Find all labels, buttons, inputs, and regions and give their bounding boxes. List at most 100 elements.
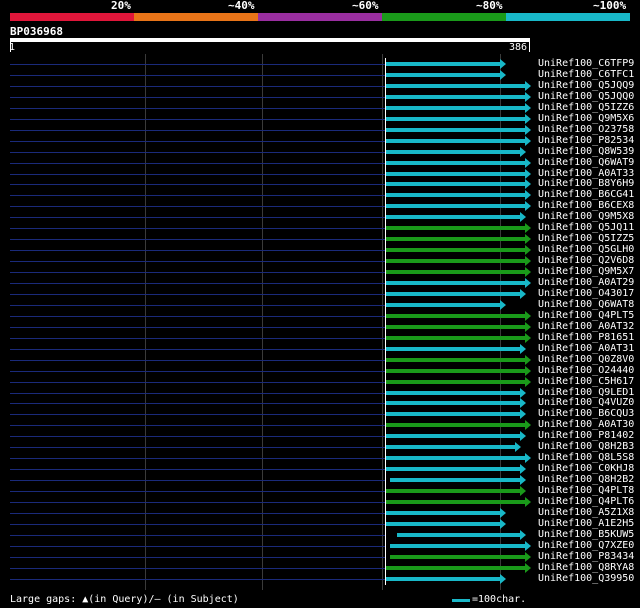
hit-alignment-bar[interactable] <box>386 117 525 121</box>
hit-label[interactable]: UniRef100_Q0Z8V0 <box>538 354 634 365</box>
hit-row[interactable]: UniRef100_Q39950 <box>0 573 640 585</box>
hit-unaligned-track <box>10 568 386 569</box>
hit-alignment-bar[interactable] <box>390 555 525 559</box>
hit-alignment-bar[interactable] <box>390 544 525 548</box>
hit-alignment-bar[interactable] <box>386 161 525 165</box>
hit-label[interactable]: UniRef100_C6TFP9 <box>538 58 634 69</box>
hit-label[interactable]: UniRef100_B6CG41 <box>538 189 634 200</box>
hit-alignment-bar[interactable] <box>386 215 520 219</box>
hit-alignment-bar[interactable] <box>386 358 525 362</box>
hit-alignment-bar[interactable] <box>386 522 500 526</box>
hit-label[interactable]: UniRef100_Q39950 <box>538 573 634 584</box>
hit-label[interactable]: UniRef100_A0AT29 <box>538 277 634 288</box>
hit-label[interactable]: UniRef100_Q7XZE0 <box>538 540 634 551</box>
hit-alignment-bar[interactable] <box>386 401 520 405</box>
hit-label[interactable]: UniRef100_Q8H2B2 <box>538 474 634 485</box>
hit-label[interactable]: UniRef100_Q4PLT5 <box>538 310 634 321</box>
hit-alignment-bar[interactable] <box>390 478 520 482</box>
hit-alignment-bar[interactable] <box>386 204 525 208</box>
hit-unaligned-track <box>10 491 386 492</box>
hit-label[interactable]: UniRef100_A0AT30 <box>538 419 634 430</box>
hit-alignment-bar[interactable] <box>386 336 525 340</box>
hit-label[interactable]: UniRef100_O23758 <box>538 124 634 135</box>
hit-alignment-bar[interactable] <box>386 259 525 263</box>
hit-label[interactable]: UniRef100_O24440 <box>538 365 634 376</box>
hit-label[interactable]: UniRef100_P83434 <box>538 551 634 562</box>
hit-alignment-bar[interactable] <box>386 237 525 241</box>
hit-label[interactable]: UniRef100_Q9M5X7 <box>538 266 634 277</box>
hit-label[interactable]: UniRef100_C6TFC1 <box>538 69 634 80</box>
hit-label[interactable]: UniRef100_Q4PLT8 <box>538 485 634 496</box>
hit-label[interactable]: UniRef100_P81651 <box>538 332 634 343</box>
hit-label[interactable]: UniRef100_Q8L5S8 <box>538 452 634 463</box>
hit-label[interactable]: UniRef100_A1E2H5 <box>538 518 634 529</box>
hit-label[interactable]: UniRef100_P82534 <box>538 135 634 146</box>
hit-alignment-bar[interactable] <box>386 369 525 373</box>
hit-label[interactable]: UniRef100_A5Z1X8 <box>538 507 634 518</box>
hit-alignment-bar[interactable] <box>386 292 520 296</box>
hit-label[interactable]: UniRef100_Q5JQ11 <box>538 222 634 233</box>
hit-alignment-bar[interactable] <box>386 577 500 581</box>
hit-alignment-bar[interactable] <box>386 248 525 252</box>
hit-alignment-bar[interactable] <box>386 303 500 307</box>
hit-alignment-bar[interactable] <box>386 150 520 154</box>
hit-alignment-bar[interactable] <box>386 182 525 186</box>
hit-alignment-bar[interactable] <box>386 489 520 493</box>
hit-alignment-bar[interactable] <box>386 84 525 88</box>
hit-label[interactable]: UniRef100_C5H617 <box>538 376 634 387</box>
hit-alignment-bar[interactable] <box>386 128 525 132</box>
hit-alignment-bar[interactable] <box>386 270 525 274</box>
hit-arrow-head <box>500 59 506 69</box>
hit-label[interactable]: UniRef100_Q6WAT9 <box>538 157 634 168</box>
hit-label[interactable]: UniRef100_A0AT31 <box>538 343 634 354</box>
hit-label[interactable]: UniRef100_Q5GLH0 <box>538 244 634 255</box>
hit-label[interactable]: UniRef100_Q9M5X8 <box>538 211 634 222</box>
hit-alignment-bar[interactable] <box>397 533 520 537</box>
hit-alignment-bar[interactable] <box>386 106 525 110</box>
hit-alignment-bar[interactable] <box>386 511 500 515</box>
hit-alignment-bar[interactable] <box>386 95 525 99</box>
hit-alignment-bar[interactable] <box>386 314 525 318</box>
hit-arrow-head <box>515 442 521 452</box>
hit-label[interactable]: UniRef100_B5KUW5 <box>538 529 634 540</box>
hit-alignment-bar[interactable] <box>386 467 520 471</box>
hit-alignment-bar[interactable] <box>386 456 525 460</box>
hit-alignment-bar[interactable] <box>386 139 525 143</box>
hit-alignment-bar[interactable] <box>386 347 520 351</box>
hit-label[interactable]: UniRef100_Q5JQQ9 <box>538 80 634 91</box>
hit-label[interactable]: UniRef100_Q8RYA8 <box>538 562 634 573</box>
hit-alignment-bar[interactable] <box>386 391 520 395</box>
hit-label[interactable]: UniRef100_B6CEX8 <box>538 200 634 211</box>
hit-alignment-bar[interactable] <box>386 500 525 504</box>
hit-label[interactable]: UniRef100_Q4PLT6 <box>538 496 634 507</box>
hit-alignment-bar[interactable] <box>386 445 515 449</box>
hit-label[interactable]: UniRef100_O43017 <box>538 288 634 299</box>
hit-alignment-bar[interactable] <box>386 73 500 77</box>
hit-alignment-bar[interactable] <box>386 434 520 438</box>
hit-label[interactable]: UniRef100_B6CQU3 <box>538 408 634 419</box>
hit-label[interactable]: UniRef100_Q8H2B3 <box>538 441 634 452</box>
hit-alignment-bar[interactable] <box>386 193 525 197</box>
hit-label[interactable]: UniRef100_Q9M5X6 <box>538 113 634 124</box>
hit-arrow-head <box>520 409 526 419</box>
hit-label[interactable]: UniRef100_B8Y6H9 <box>538 178 634 189</box>
hit-alignment-bar[interactable] <box>386 226 525 230</box>
hit-alignment-bar[interactable] <box>386 380 525 384</box>
hit-label[interactable]: UniRef100_Q8W539 <box>538 146 634 157</box>
hit-alignment-bar[interactable] <box>386 325 525 329</box>
hit-label[interactable]: UniRef100_Q5IZZ6 <box>538 102 634 113</box>
hit-alignment-bar[interactable] <box>386 412 520 416</box>
hit-alignment-bar[interactable] <box>386 281 525 285</box>
hit-label[interactable]: UniRef100_Q6WAT8 <box>538 299 634 310</box>
hit-label[interactable]: UniRef100_Q5IZZ5 <box>538 233 634 244</box>
hit-label[interactable]: UniRef100_Q5JQQ0 <box>538 91 634 102</box>
hit-alignment-bar[interactable] <box>386 423 525 427</box>
hit-alignment-bar[interactable] <box>386 566 525 570</box>
hit-label[interactable]: UniRef100_C0KHJ8 <box>538 463 634 474</box>
hit-alignment-bar[interactable] <box>386 172 525 176</box>
hit-alignment-bar[interactable] <box>386 62 500 66</box>
hit-label[interactable]: UniRef100_Q2V6D8 <box>538 255 634 266</box>
hit-label[interactable]: UniRef100_P81402 <box>538 430 634 441</box>
hit-label[interactable]: UniRef100_Q4VUZ0 <box>538 397 634 408</box>
hit-label[interactable]: UniRef100_A0AT32 <box>538 321 634 332</box>
